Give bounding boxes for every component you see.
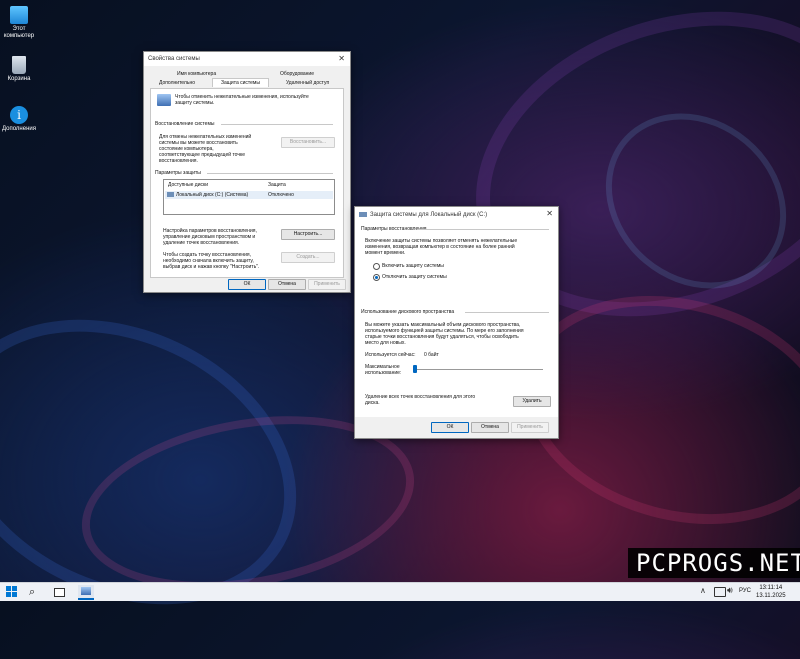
enable-protection-label[interactable]: Включить защиту системы [382,263,444,269]
close-icon[interactable]: ✕ [546,209,553,218]
intro-text: Чтобы отменить нежелательные изменения, … [175,94,309,106]
disable-protection-label[interactable]: Отключить защиту системы [382,274,447,280]
clock-date: 13.11.2025 [756,593,786,599]
used-label: Используется сейчас: [365,352,416,358]
delete-button[interactable]: Удалить [513,396,551,407]
disable-protection-radio[interactable] [373,274,380,281]
tab-remote[interactable]: Удаленный доступ [286,80,329,86]
ok-button[interactable]: ОК [228,279,266,290]
window-titlebar[interactable]: Свойства системы ✕ [144,52,350,66]
drive-icon [167,192,174,197]
slider-thumb[interactable] [413,365,417,373]
cancel-button[interactable]: Отмена [471,422,509,433]
window-title: Защита системы для Локальный диск (C:) [370,211,488,218]
tab-hardware[interactable]: Оборудование [280,71,314,77]
window-titlebar[interactable]: Защита системы для Локальный диск (C:) ✕ [355,207,558,222]
volume-icon[interactable]: 🔊︎ [727,585,733,596]
create-text: Чтобы создать точку восстановления, необх… [163,252,260,270]
content-panel: Параметры восстановления Включение защит… [355,222,558,417]
system-properties-window: Свойства системы ✕ Имя компьютера Оборуд… [143,51,351,293]
search-icon[interactable]: ⌕ [29,586,41,598]
config-text: Настройка параметров восстановления, упра… [163,228,257,246]
restore-button[interactable]: Восстановить... [281,137,335,148]
windows-start-icon[interactable] [6,586,18,598]
space-description: Вы можете указать максимальный объем дис… [365,322,524,346]
protection-description: Включение защиты системы позволяет отмен… [365,238,518,256]
desktop-icon-recycle-bin[interactable]: Корзина [0,56,38,83]
clock-time: 13:11:14 [759,585,783,591]
table-row[interactable]: Локальный диск (C:) (Система) Отключено [165,191,333,199]
col-disks-header[interactable]: Доступные диски [168,182,208,188]
monitor-icon [10,6,28,24]
tab-advanced[interactable]: Дополнительно [159,80,195,86]
taskbar: ⌕ ∧ 🔊︎ РУС 13:11:14 13.11.2025 [0,582,800,601]
restore-text: Для отмены нежелательных изменений систем… [159,134,252,164]
close-icon[interactable]: ✕ [338,54,345,63]
divider [207,173,333,174]
disk-name: Локальный диск (C:) (Система) [176,192,249,198]
disk-status: Отключено [268,192,294,198]
window-title: Свойства системы [148,56,200,62]
system-properties-taskbar-icon[interactable] [78,585,94,600]
disk-space-header: Использование дискового пространства [361,309,455,315]
tab-panel: Чтобы отменить нежелательные изменения, … [150,88,344,278]
network-icon[interactable] [714,587,726,597]
desktop-icon-label: Корзина [7,76,31,82]
divider [221,124,333,125]
apply-button[interactable]: Применить [308,279,346,290]
col-protect-header[interactable]: Защита [268,182,286,188]
system-shield-icon [157,94,171,106]
delete-text: Удаление всех точек восстановления для э… [365,394,476,406]
ok-button[interactable]: ОК [431,422,469,433]
enable-protection-radio[interactable] [373,263,380,270]
divider [417,229,549,230]
drive-icon [359,212,367,217]
desktop-icon-this-pc[interactable]: Этот компьютер [0,6,38,40]
create-button[interactable]: Создать... [281,252,335,263]
cancel-button[interactable]: Отмена [268,279,306,290]
task-view-icon[interactable] [53,586,65,598]
max-usage-label: Максимальное использование: [365,364,402,376]
used-value: 0 байт [424,352,439,358]
apply-button[interactable]: Применить [511,422,549,433]
tab-system-protection[interactable]: Защита системы [212,78,269,87]
desktop-icon-label: компьютер [3,33,35,39]
max-usage-slider[interactable] [413,365,545,375]
watermark: PCPROGS.NET [628,548,800,578]
language-indicator[interactable]: РУС [739,588,751,594]
tab-computer-name[interactable]: Имя компьютера [177,71,216,77]
show-hidden-icons-icon[interactable]: ∧ [700,586,706,595]
desktop-icon-extras[interactable]: i Дополнения [0,106,38,133]
params-header: Параметры защиты [155,170,201,176]
info-icon: i [10,106,28,124]
system-protection-window: Защита системы для Локальный диск (C:) ✕… [354,206,559,439]
configure-button[interactable]: Настроить... [281,229,335,240]
disk-list: Доступные диски Защита Локальный диск (C… [163,179,335,215]
recycle-bin-icon [12,56,26,74]
desktop-icon-label: Дополнения [2,126,36,132]
divider [465,312,549,313]
clock[interactable]: 13:11:14 13.11.2025 [756,584,786,600]
slider-track [415,369,543,370]
desktop-icon-label: Этот [12,26,26,32]
restore-header: Восстановление системы [155,121,215,127]
